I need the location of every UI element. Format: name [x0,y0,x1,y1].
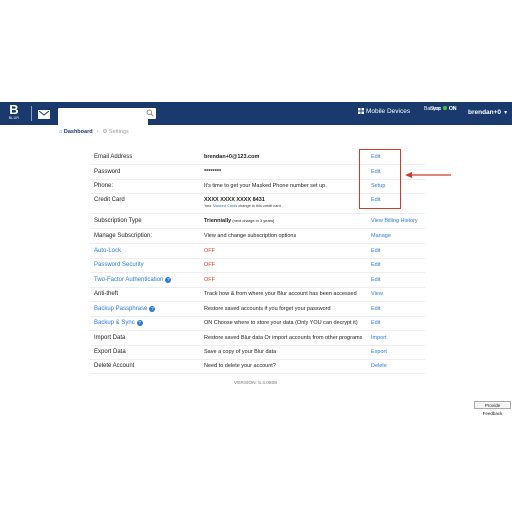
mobile-devices-label: Mobile Devices [366,108,411,115]
row-divider [90,213,425,214]
breadcrumb: ⌂ Dashboard › ⚙ Settings [59,129,129,135]
row-value: It's time to get your Masked Phone numbe… [204,183,327,189]
export-link[interactable]: Export [371,349,387,355]
settings-row-backup-passphrase: Backup Passphrase? Restore saved account… [0,306,512,320]
settings-row-email: Email Address brendan+0@123.com Edit [0,154,512,168]
two-factor-link[interactable]: Two-Factor Authentication? [94,277,172,283]
logo-letter: B [9,102,19,117]
view-billing-history-link[interactable]: View Billing History [371,218,418,224]
user-menu[interactable]: brendan+0 ▼ [468,109,508,116]
search-box [58,108,156,126]
masked-cards-link[interactable]: Masked Cards [213,204,237,208]
divider [31,106,32,121]
settings-row-backup-sync: Backup & Sync? ON Choose where to store … [0,320,512,334]
import-link[interactable]: Import [371,335,387,341]
backup-passphrase-link[interactable]: Backup Passphrase? [94,306,156,312]
help-icon[interactable]: ? [149,306,156,312]
row-value: View and change subscription options [204,233,297,239]
status-dot-icon [443,106,448,110]
settings-row-two-factor: Two-Factor Authentication? OFF Edit [0,277,512,291]
settings-row-subscription-type: Subscription Type Triennially (next char… [0,218,512,232]
provide-feedback-button[interactable]: Provide Feedback [474,401,511,416]
row-label: Credit Card [94,197,125,203]
breadcrumb-settings: Settings [108,129,129,135]
row-label: Delete Account [94,363,135,369]
settings-row-auto-lock: Auto-Lock OFF Edit [0,248,512,262]
status-value: OFF [204,248,215,254]
status-value: OFF [204,262,215,268]
settings-row-phone: Phone: It's time to get your Masked Phon… [0,183,512,197]
search-icon[interactable] [146,109,154,117]
settings-row-delete-account: Delete Account Need to delete your accou… [0,363,512,377]
view-anti-theft-link[interactable]: View [371,291,383,297]
help-icon[interactable]: ? [136,320,143,326]
annotation-highlight-box [359,149,401,209]
mobile-devices-link[interactable]: Mobile Devices [358,108,410,115]
row-divider [90,330,425,331]
edit-two-factor-link[interactable]: Edit [371,277,380,283]
grid-icon [358,108,364,114]
row-label: Email Address [94,154,133,160]
row-divider [90,258,425,259]
top-navigation-bar: B BLUR Mobile Devices Backup ON Sync ON br… [0,102,512,126]
edit-backup-passphrase-link[interactable]: Edit [371,306,380,312]
row-label: Subscription Type [94,218,142,224]
username: brendan+0 [468,109,502,116]
row-divider [90,345,425,346]
masked-cards-note: Your Masked Cards change to this credit … [204,204,281,208]
blur-logo[interactable]: B BLUR [3,103,25,124]
help-icon[interactable]: ? [165,277,172,283]
row-value: ON Choose where to store your data (Only… [204,320,358,326]
row-label: Export Data [94,349,126,355]
chevron-down-icon: ▼ [503,110,509,116]
edit-backup-sync-link[interactable]: Edit [371,320,380,326]
edit-auto-lock-link[interactable]: Edit [371,248,380,254]
row-divider [90,243,425,244]
settings-row-password-security: Password Security OFF Edit [0,262,512,276]
version-label: VERSION: 5.4.0808 [234,381,277,386]
row-value: Save a copy of your Blur data [204,349,277,355]
breadcrumb-dashboard[interactable]: ⌂ Dashboard [59,129,93,135]
backup-sync-link[interactable]: Backup & Sync? [94,320,143,326]
annotation-arrow-icon [405,172,451,178]
row-value: Need to delete your account? [204,363,276,369]
row-label: Import Data [94,335,126,341]
row-value: XXXX XXXX XXXX 8431 Your Masked Cards ch… [204,197,281,208]
row-label: Manage Subscription: [94,233,153,239]
row-divider [90,316,425,317]
delete-account-link[interactable]: Delete [371,363,387,369]
auto-lock-link[interactable]: Auto-Lock [94,248,121,254]
home-icon: ⌂ [59,129,63,135]
password-security-link[interactable]: Password Security [94,262,144,268]
row-divider [90,228,425,229]
row-value: brendan+0@123.com [204,154,260,160]
status-value: OFF [204,277,215,283]
edit-password-security-link[interactable]: Edit [371,262,380,268]
row-value: Restore saved accounts if you forget you… [204,306,331,312]
row-divider [90,301,425,302]
row-divider [90,373,425,374]
row-value: ******** [204,169,222,175]
row-value: Track how & from where your Blur account… [204,291,357,297]
settings-row-export-data: Export Data Save a copy of your Blur dat… [0,349,512,363]
row-label: Password [94,169,121,175]
row-divider [90,359,425,360]
logo-text: BLUR [8,116,20,120]
row-value: Restore saved Blur data Or import accoun… [204,335,363,341]
settings-row-manage-subscription: Manage Subscription: View and change sub… [0,233,512,247]
row-label: Anti-theft [94,291,119,297]
search-input[interactable] [58,114,148,126]
row-divider [90,272,425,273]
mail-icon[interactable] [38,110,50,119]
row-label: Phone: [94,183,114,189]
row-divider [90,287,425,288]
row-value: Triennially (next charge in 3 years) [204,218,275,224]
gear-icon: ⚙ [102,129,108,135]
chevron-right-icon: › [96,129,99,135]
manage-subscription-link[interactable]: Manage [371,233,391,239]
settings-row-anti-theft: Anti-theft Track how & from where your B… [0,291,512,305]
settings-row-import-data: Import Data Restore saved Blur data Or i… [0,335,512,349]
